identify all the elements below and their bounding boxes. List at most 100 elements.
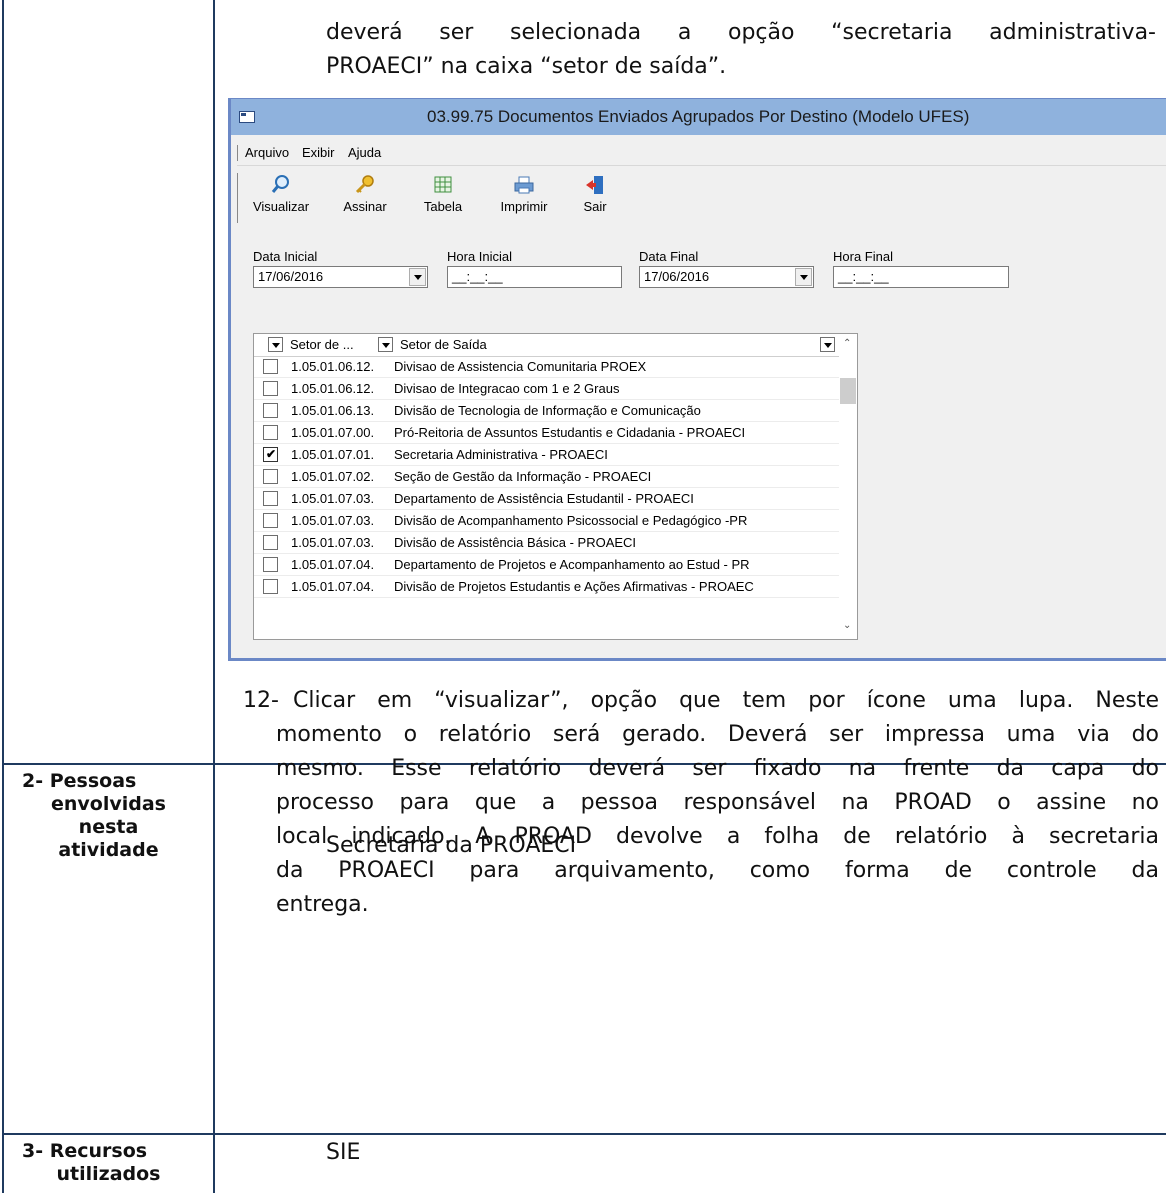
grid-vertical-scrollbar[interactable]: ⌃ ⌄	[839, 334, 857, 639]
data-final-select[interactable]: 17/06/2016	[639, 266, 814, 288]
row-checkbox[interactable]: ✔	[263, 359, 278, 374]
table-row[interactable]: ✔ 1.05.01.07.02. Seção de Gestão da Inform…	[254, 466, 840, 488]
checkmark-icon: ✔	[266, 447, 277, 461]
step-12-line-4: processo para que a pessoa responsável n…	[276, 790, 1159, 815]
row-checkbox[interactable]: ✔	[263, 447, 278, 462]
hora-inicial-input[interactable]: __:__:__	[447, 266, 622, 288]
row-code: 1.05.01.07.03.	[291, 535, 375, 550]
table-row-divider-2	[2, 1133, 1166, 1135]
menu-separator	[237, 165, 1166, 166]
row-code: 1.05.01.07.02.	[291, 469, 375, 484]
window-app-icon	[239, 111, 255, 123]
scroll-down-icon[interactable]: ⌄	[843, 620, 851, 631]
tool-tabela-label: Tabela	[423, 199, 463, 214]
window-titlebar[interactable]: 03.99.75 Documentos Enviados Agrupados P…	[231, 99, 1166, 135]
toolbar-grip	[237, 173, 238, 223]
section-2-value: Secretaria da PROAECI	[326, 833, 577, 858]
key-icon	[355, 175, 374, 194]
grid-filter-button-2[interactable]	[378, 337, 393, 352]
row-code: 1.05.01.07.04.	[291, 557, 375, 572]
step-12-line-2: momento o relatório será gerado. Deverá …	[276, 722, 1159, 747]
row-name: Seção de Gestão da Informação - PROAECI	[394, 469, 652, 484]
section-3-value: SIE	[326, 1140, 361, 1165]
row-name: Departamento de Projetos e Acompanhament…	[394, 557, 750, 572]
table-row[interactable]: ✔ 1.05.01.06.12. Divisao de Integracao com…	[254, 378, 840, 400]
table-row[interactable]: ✔ 1.05.01.07.03. Divisão de Assistência Bá…	[254, 532, 840, 554]
row-name: Divisão de Assistência Básica - PROAECI	[394, 535, 637, 550]
data-inicial-select[interactable]: 17/06/2016	[253, 266, 428, 288]
row-name: Departamento de Assistência Estudantil -…	[394, 491, 694, 506]
tool-sair[interactable]: Sair	[575, 173, 615, 214]
row-checkbox[interactable]: ✔	[263, 513, 278, 528]
row-code: 1.05.01.07.03.	[291, 491, 375, 506]
row-checkbox[interactable]: ✔	[263, 425, 278, 440]
menu-bar: Arquivo Exibir Ajuda	[231, 142, 1166, 164]
printer-icon	[514, 176, 534, 194]
row-checkbox[interactable]: ✔	[263, 469, 278, 484]
data-inicial-value: 17/06/2016	[258, 269, 324, 284]
setor-saida-grid: Setor de ... Setor de Saída ✔ 1.05.01.06.…	[253, 333, 858, 640]
row-name: Divisão de Tecnologia de Informação e Co…	[394, 403, 701, 418]
step-12-line-1: Clicar em “visualizar”, opção que tem po…	[293, 688, 1159, 713]
intro-line-2: PROAECI” na caixa “setor de saída”.	[326, 54, 727, 79]
report-window: 03.99.75 Documentos Enviados Agrupados P…	[228, 98, 1166, 661]
magnifier-icon	[271, 175, 289, 193]
data-final-label: Data Final	[639, 249, 699, 264]
row-name: Divisao de Integracao com 1 e 2 Graus	[394, 381, 620, 396]
hora-final-input[interactable]: __:__:__	[833, 266, 1009, 288]
table-row[interactable]: ✔ 1.05.01.07.01. Secretaria Administrativa…	[254, 444, 840, 466]
section-3-label: 3- Recursos utilizados	[6, 1140, 211, 1186]
table-row[interactable]: ✔ 1.05.01.07.03. Departamento de Assistênc…	[254, 488, 840, 510]
row-checkbox[interactable]: ✔	[263, 403, 278, 418]
row-name: Divisão de Projetos Estudantis e Ações A…	[394, 579, 754, 594]
scroll-up-icon[interactable]: ⌃	[843, 338, 851, 349]
grid-header: Setor de ... Setor de Saída	[254, 334, 840, 357]
data-final-dropdown-arrow[interactable]	[795, 268, 812, 286]
menu-arquivo[interactable]: Arquivo	[245, 145, 289, 160]
menu-grip	[237, 145, 238, 161]
grid-filter-button-1[interactable]	[268, 337, 283, 352]
table-icon	[434, 176, 452, 193]
table-row[interactable]: ✔ 1.05.01.07.04. Divisão de Projetos Estud…	[254, 576, 840, 598]
row-code: 1.05.01.07.00.	[291, 425, 375, 440]
tool-tabela[interactable]: Tabela	[415, 173, 471, 214]
row-checkbox[interactable]: ✔	[263, 557, 278, 572]
table-row[interactable]: ✔ 1.05.01.07.00. Pró-Reitoria de Assuntos …	[254, 422, 840, 444]
tool-assinar-label: Assinar	[343, 199, 387, 214]
table-column-divider	[213, 0, 215, 1193]
row-checkbox[interactable]: ✔	[263, 579, 278, 594]
row-checkbox[interactable]: ✔	[263, 535, 278, 550]
row-name: Secretaria Administrativa - PROAECI	[394, 447, 608, 462]
tool-assinar[interactable]: Assinar	[335, 173, 395, 214]
hora-inicial-label: Hora Inicial	[447, 249, 513, 264]
data-inicial-dropdown-arrow[interactable]	[409, 268, 426, 286]
scroll-thumb[interactable]	[840, 378, 856, 404]
row-code: 1.05.01.06.13.	[291, 403, 375, 418]
table-row[interactable]: ✔ 1.05.01.06.12. Divisao de Assistencia Co…	[254, 356, 840, 378]
menu-exibir[interactable]: Exibir	[302, 145, 335, 160]
grid-column-setor-de[interactable]: Setor de ...	[290, 337, 354, 352]
grid-column-setor-de-saida[interactable]: Setor de Saída	[400, 337, 487, 352]
section-2-label-line-2: envolvidas	[51, 793, 166, 815]
table-row[interactable]: ✔ 1.05.01.06.13. Divisão de Tecnologia de …	[254, 400, 840, 422]
menu-ajuda[interactable]: Ajuda	[348, 145, 381, 160]
row-checkbox[interactable]: ✔	[263, 381, 278, 396]
tool-imprimir-label: Imprimir	[500, 199, 548, 214]
row-checkbox[interactable]: ✔	[263, 491, 278, 506]
window-title: 03.99.75 Documentos Enviados Agrupados P…	[427, 107, 970, 126]
table-row[interactable]: ✔ 1.05.01.07.04. Departamento de Projetos …	[254, 554, 840, 576]
intro-line-1: deverá ser selecionada a opção “secretar…	[326, 20, 1156, 45]
section-2-label: 2- Pessoas envolvidas nesta atividade	[6, 770, 211, 862]
grid-filter-button-3[interactable]	[820, 337, 835, 352]
table-row[interactable]: ✔ 1.05.01.07.03. Divisão de Acompanhamento…	[254, 510, 840, 532]
tool-visualizar-label: Visualizar	[252, 199, 310, 214]
row-code: 1.05.01.07.01.	[291, 447, 375, 462]
tool-imprimir[interactable]: Imprimir	[493, 173, 555, 214]
data-final-value: 17/06/2016	[644, 269, 710, 284]
step-12-line-3: mesmo. Esse relatório deverá ser fixado …	[276, 756, 1159, 781]
tool-visualizar[interactable]: Visualizar	[245, 173, 317, 214]
step-12-line-7: entrega.	[276, 892, 369, 917]
step-12-text: Clicar em “visualizar”, opção que tem po…	[243, 684, 1159, 922]
section-2-label-line-1: 2- Pessoas	[22, 770, 137, 792]
section-2-label-line-3: nesta	[78, 816, 139, 838]
